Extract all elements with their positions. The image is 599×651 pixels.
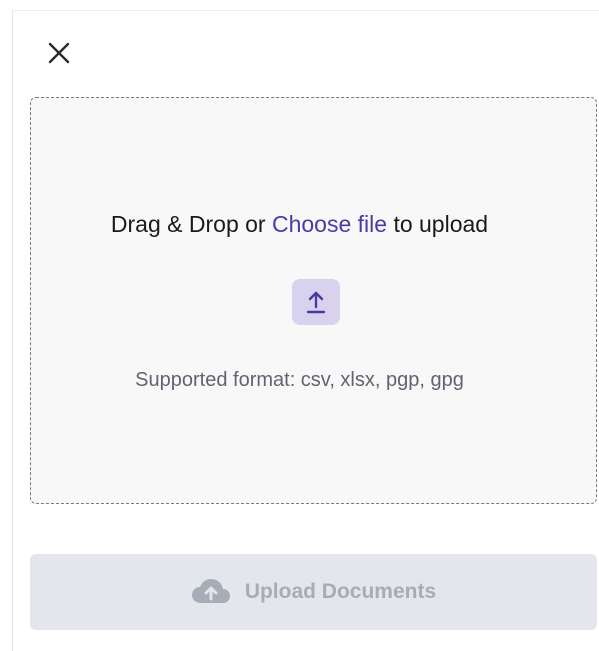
cloud-upload-icon <box>191 579 230 603</box>
upload-documents-button[interactable]: Upload Documents <box>30 554 597 630</box>
upload-documents-label: Upload Documents <box>244 580 437 603</box>
dropzone-headline: Drag & Drop or Choose file to upload <box>0 210 599 238</box>
close-button[interactable] <box>46 40 72 66</box>
drag-drop-text: Drag & Drop or <box>110 211 266 237</box>
supported-formats-text: Supported format: csv, xlsx, pgp, gpg <box>135 369 464 391</box>
upload-arrow-icon <box>292 279 340 325</box>
to-upload-text: to upload <box>393 211 489 237</box>
choose-file-link[interactable]: Choose file <box>272 211 387 237</box>
close-icon <box>48 42 70 64</box>
